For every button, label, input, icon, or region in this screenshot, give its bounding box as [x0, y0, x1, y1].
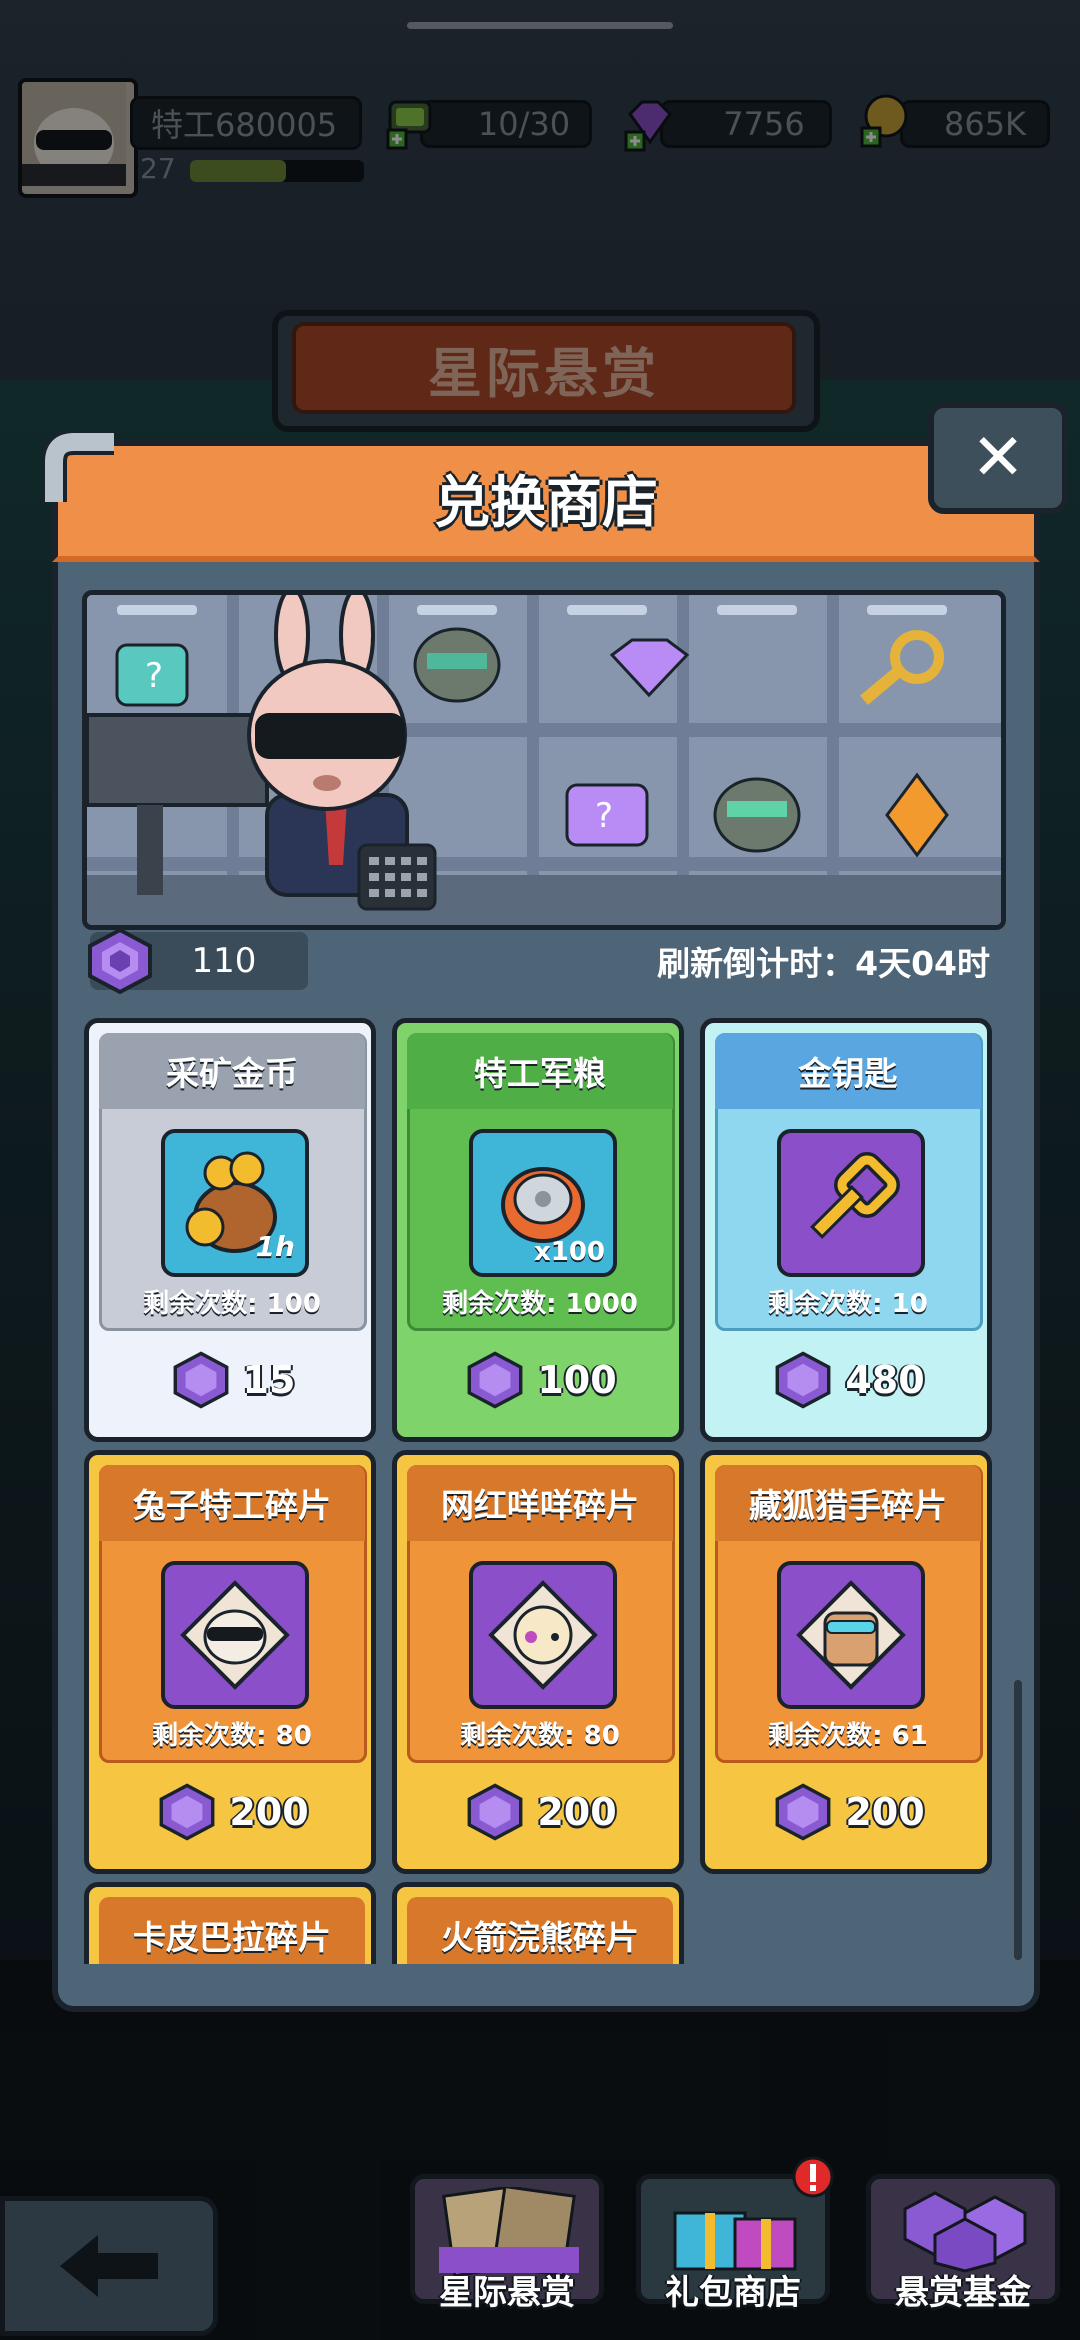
bounty-token-icon [467, 1783, 523, 1841]
shop-scrollbar[interactable] [1014, 1680, 1022, 1960]
item-remaining: 剩余次数: 61 [768, 1721, 928, 1751]
bounty-token-icon [88, 927, 152, 995]
tab-bounty-label: 星际悬赏 [439, 2273, 575, 2313]
item-price[interactable]: 200 [407, 1775, 673, 1849]
item-price[interactable]: 200 [99, 1775, 365, 1849]
svg-text:?: ? [145, 656, 163, 696]
back-arrow-icon [60, 2235, 158, 2297]
item-icon-frame [469, 1561, 617, 1709]
modal-title: 兑换商店 [434, 470, 658, 536]
shop-shelf-illustration: ? ? [87, 595, 1001, 925]
tab-bounty-fund[interactable]: 悬赏基金 [866, 2174, 1060, 2313]
item-icon-frame: x100 [469, 1129, 617, 1277]
shopkeeper-scene: ? ? [82, 590, 1006, 930]
item-price-value: 200 [537, 1790, 617, 1834]
shop-item-card[interactable]: 藏狐猎手碎片 剩余次数: 61 200 [700, 1450, 992, 1874]
item-name: 特工军粮 [407, 1033, 673, 1109]
shop-currency-amount: 110 [191, 941, 257, 981]
tab-bounty-fund-label: 悬赏基金 [895, 2273, 1031, 2313]
back-button[interactable] [0, 2196, 218, 2336]
shop-item-card[interactable]: 兔子特工碎片 剩余次数: 80 200 [84, 1450, 376, 1874]
item-remaining: 剩余次数: 80 [460, 1721, 620, 1751]
item-price[interactable]: 100 [407, 1343, 673, 1417]
tibetan-fox-hunter-shard-icon [796, 1580, 906, 1690]
item-name: 金钥匙 [715, 1033, 981, 1109]
tab-bounty[interactable]: 星际悬赏 [410, 2174, 604, 2313]
item-price[interactable]: 480 [715, 1343, 981, 1417]
svg-text:?: ? [595, 796, 613, 836]
item-icon-frame: 1h [161, 1129, 309, 1277]
puzzle-piece-icon: ? [115, 643, 189, 707]
item-icon-frame [777, 1129, 925, 1277]
item-name: 兔子特工碎片 [99, 1465, 365, 1541]
notification-badge-icon [792, 2156, 834, 2198]
gold-key-icon [810, 1152, 900, 1239]
tab-gift-shop-label: 礼包商店 [665, 2273, 801, 2313]
item-price-value: 200 [229, 1790, 309, 1834]
bounty-token-icon [173, 1351, 228, 1409]
shop-item-card-clip: 火箭浣熊碎片 [392, 1882, 684, 1964]
item-name: 火箭浣熊碎片 [407, 1897, 673, 1964]
shop-item-card[interactable]: 火箭浣熊碎片 [392, 1882, 684, 1964]
refresh-countdown: 刷新倒计时：4天04时 [657, 944, 990, 983]
item-price-value: 15 [242, 1358, 296, 1402]
item-remaining: 剩余次数: 10 [768, 1289, 928, 1319]
item-remaining: 剩余次数: 100 [143, 1289, 321, 1319]
bunny-agent-shard-icon [180, 1580, 290, 1690]
bounty-token-icon [467, 1351, 523, 1409]
item-name: 藏狐猎手碎片 [715, 1465, 981, 1541]
shop-item-card[interactable]: 采矿金币 1h 剩余次数: 100 15 [84, 1018, 376, 1442]
bounty-token-icon [775, 1351, 831, 1409]
close-icon: ✕ [971, 421, 1025, 495]
shop-item-card-clip: 卡皮巴拉碎片 [84, 1882, 376, 1964]
bounty-token-icon [159, 1783, 215, 1841]
shop-item-card[interactable]: 卡皮巴拉碎片 [84, 1882, 376, 1964]
shop-item-card[interactable]: 特工军粮 x100 剩余次数: 1000 100 [392, 1018, 684, 1442]
shop-item-card[interactable]: 网红咩咩碎片 剩余次数: 80 200 [392, 1450, 684, 1874]
item-icon-frame [777, 1561, 925, 1709]
influencer-sheep-shard-icon [488, 1580, 598, 1690]
item-price-value: 480 [845, 1358, 925, 1402]
item-price[interactable]: 15 [99, 1343, 365, 1417]
item-icon-frame [161, 1561, 309, 1709]
pipe-decoration-icon [44, 432, 114, 502]
tab-gift-shop[interactable]: 礼包商店 [636, 2156, 834, 2313]
close-button[interactable]: ✕ [928, 402, 1068, 514]
token-pile-icon [903, 2191, 1027, 2273]
item-price-value: 200 [845, 1790, 925, 1834]
item-badge: 1h [255, 1230, 295, 1263]
item-price-value: 100 [537, 1358, 617, 1402]
bounty-token-icon [775, 1783, 831, 1841]
shop-item-card[interactable]: 金钥匙 剩余次数: 10 480 [700, 1018, 992, 1442]
item-badge: x100 [533, 1237, 605, 1267]
item-name: 网红咩咩碎片 [407, 1465, 673, 1541]
wanted-poster-icon [439, 2187, 579, 2277]
item-remaining: 剩余次数: 80 [152, 1721, 312, 1751]
item-price[interactable]: 200 [715, 1775, 981, 1849]
item-remaining: 剩余次数: 1000 [442, 1289, 638, 1319]
item-name: 采矿金币 [99, 1033, 365, 1109]
item-name: 卡皮巴拉碎片 [99, 1897, 365, 1964]
